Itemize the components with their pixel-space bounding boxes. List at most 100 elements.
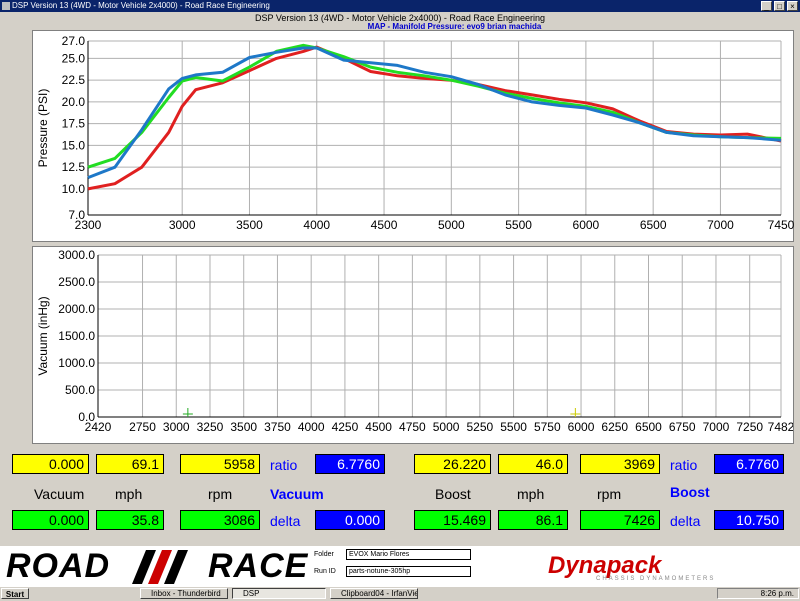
runid-field[interactable]: parts-notune-305hp — [346, 566, 471, 577]
dynapack-subtitle: CHASSIS DYNAMOMETERS — [596, 576, 716, 582]
y-tick-label: 10.0 — [62, 182, 86, 196]
x-tick-label: 5500 — [500, 420, 527, 434]
rpm-value-bottom-left: 3086 — [180, 510, 260, 530]
y-axis-label: Vacuum (inHg) — [36, 296, 50, 375]
x-tick-label: 6750 — [669, 420, 696, 434]
clock: 8:26 p.m. — [760, 589, 794, 598]
x-tick-label: 3250 — [197, 420, 224, 434]
app-icon — [2, 2, 10, 10]
logo-slashes — [132, 550, 188, 584]
vacuum-value-top: 0.000 — [12, 454, 89, 474]
x-tick-label: 6500 — [640, 218, 667, 232]
mph-label-left: mph — [115, 486, 143, 502]
window-title: DSP Version 13 (4WD - Motor Vehicle 2x40… — [12, 1, 270, 10]
mph-value-top-right: 46.0 — [498, 454, 568, 474]
x-tick-label: 5000 — [433, 420, 460, 434]
rpm-value-top-left: 5958 — [180, 454, 260, 474]
taskbar-item-irfanview[interactable]: Clipboard04 - IrfanView (...) — [330, 588, 418, 599]
taskbar-item-dsp[interactable]: DSP — [232, 588, 326, 599]
runid-label: Run ID — [314, 568, 336, 575]
pressure-chart: 2300 3000 3500 4000 4500 5000 5500 6000 6500 7000… — [32, 22, 795, 242]
y-tick-label: 2000.0 — [58, 302, 95, 316]
x-tick-label: 3750 — [264, 420, 291, 434]
window-titlebar[interactable]: DSP Version 13 (4WD - Motor Vehicle 2x40… — [0, 0, 800, 12]
chart-title: MAP - Manifold Pressure: evo9 brian mach… — [368, 22, 542, 31]
y-tick-label: 500.0 — [65, 383, 95, 397]
rpm-value-top-right: 3969 — [580, 454, 660, 474]
x-tick-label: 7482 — [768, 420, 793, 434]
x-tick-label: 7000 — [707, 218, 734, 232]
x-tick-label: 3500 — [230, 420, 257, 434]
y-tick-label: 15.0 — [62, 138, 86, 152]
x-tick-label: 6000 — [573, 218, 600, 232]
y-tick-label: 27.0 — [62, 34, 86, 48]
y-tick-label: 0.0 — [78, 410, 95, 424]
rpm-label-right: rpm — [597, 486, 622, 502]
delta-value-left: 0.000 — [315, 510, 385, 530]
x-tick-label: 6250 — [601, 420, 628, 434]
x-tick-label: 4500 — [365, 420, 392, 434]
vacuum-chart-svg: 2420 2750 3000 3250 3500 3750 4000 4250 4500 4750… — [36, 248, 795, 434]
y-tick-label: 17.5 — [62, 117, 86, 131]
x-tick-label: 3000 — [163, 420, 190, 434]
mph-value-top-left: 69.1 — [96, 454, 164, 474]
roadrace-logo-left: ROAD — [6, 547, 111, 585]
minimize-button[interactable]: _ — [761, 1, 772, 11]
boost-value-top: 26.220 — [414, 454, 491, 474]
ratio-label-left: ratio — [270, 457, 298, 473]
y-tick-label: 25.0 — [62, 51, 86, 65]
y-tick-label: 20.0 — [62, 95, 86, 109]
y-tick-label: 12.5 — [62, 160, 86, 174]
rpm-value-bottom-right: 7426 — [580, 510, 660, 530]
x-tick-label: 5000 — [438, 218, 465, 232]
x-tick-label: 4000 — [298, 420, 325, 434]
folder-field[interactable]: EVOX Mario Flores — [346, 549, 471, 560]
x-tick-label: 4000 — [303, 218, 330, 232]
mph-value-bottom-left: 35.8 — [96, 510, 164, 530]
y-tick-label: 1000.0 — [58, 356, 95, 370]
vacuum-label: Vacuum — [34, 486, 85, 502]
x-tick-label: 7250 — [736, 420, 763, 434]
x-tick-label: 6000 — [568, 420, 595, 434]
ratio-label-right: ratio — [670, 457, 698, 473]
x-tick-label: 4750 — [399, 420, 426, 434]
vacuum-value-bottom: 0.000 — [12, 510, 89, 530]
delta-label-left: delta — [270, 513, 301, 529]
series-line-2 — [87, 43, 782, 169]
rpm-label-left: rpm — [208, 486, 233, 502]
roadrace-logo-right: RACE — [208, 547, 309, 585]
x-tick-label: 6500 — [635, 420, 662, 434]
y-axis-label: Pressure (PSI) — [36, 89, 50, 168]
x-tick-label: 7450 — [768, 218, 795, 232]
window-controls: _ □ × — [761, 1, 798, 11]
boost-section-title: Boost — [670, 484, 710, 500]
x-tick-label: 5750 — [534, 420, 561, 434]
vacuum-section-title: Vacuum — [270, 486, 324, 502]
taskbar-item-thunderbird[interactable]: Inbox - Thunderbird — [140, 588, 228, 599]
ratio-value-right: 6.7760 — [714, 454, 784, 474]
delta-label-right: delta — [670, 513, 701, 529]
series-line-3 — [87, 46, 782, 179]
vacuum-chart: 2420 2750 3000 3250 3500 3750 4000 4250 4500 4750… — [32, 246, 795, 444]
taskbar: Start Inbox - Thunderbird DSP Clipboard0… — [0, 586, 800, 601]
maximize-button[interactable]: □ — [774, 1, 785, 11]
y-tick-label: 2500.0 — [58, 275, 95, 289]
x-tick-label: 4250 — [332, 420, 359, 434]
close-button[interactable]: × — [787, 1, 798, 11]
x-tick-label: 2750 — [129, 420, 156, 434]
x-tick-label: 7000 — [703, 420, 730, 434]
folder-label: Folder — [314, 551, 334, 558]
delta-value-right: 10.750 — [714, 510, 784, 530]
boost-label: Boost — [435, 486, 471, 502]
x-tick-label: 4500 — [371, 218, 398, 232]
ratio-value-left: 6.7760 — [315, 454, 385, 474]
x-tick-label: 5500 — [505, 218, 532, 232]
pressure-chart-svg: 2300 3000 3500 4000 4500 5000 5500 6000 6500 7000… — [36, 22, 795, 232]
mph-value-bottom-right: 86.1 — [498, 510, 568, 530]
boost-value-bottom: 15.469 — [414, 510, 491, 530]
start-button[interactable]: Start — [1, 588, 29, 599]
x-tick-label: 5250 — [466, 420, 493, 434]
y-tick-label: 22.5 — [62, 73, 86, 87]
y-tick-label: 7.0 — [68, 208, 85, 222]
x-tick-label: 3000 — [169, 218, 196, 232]
